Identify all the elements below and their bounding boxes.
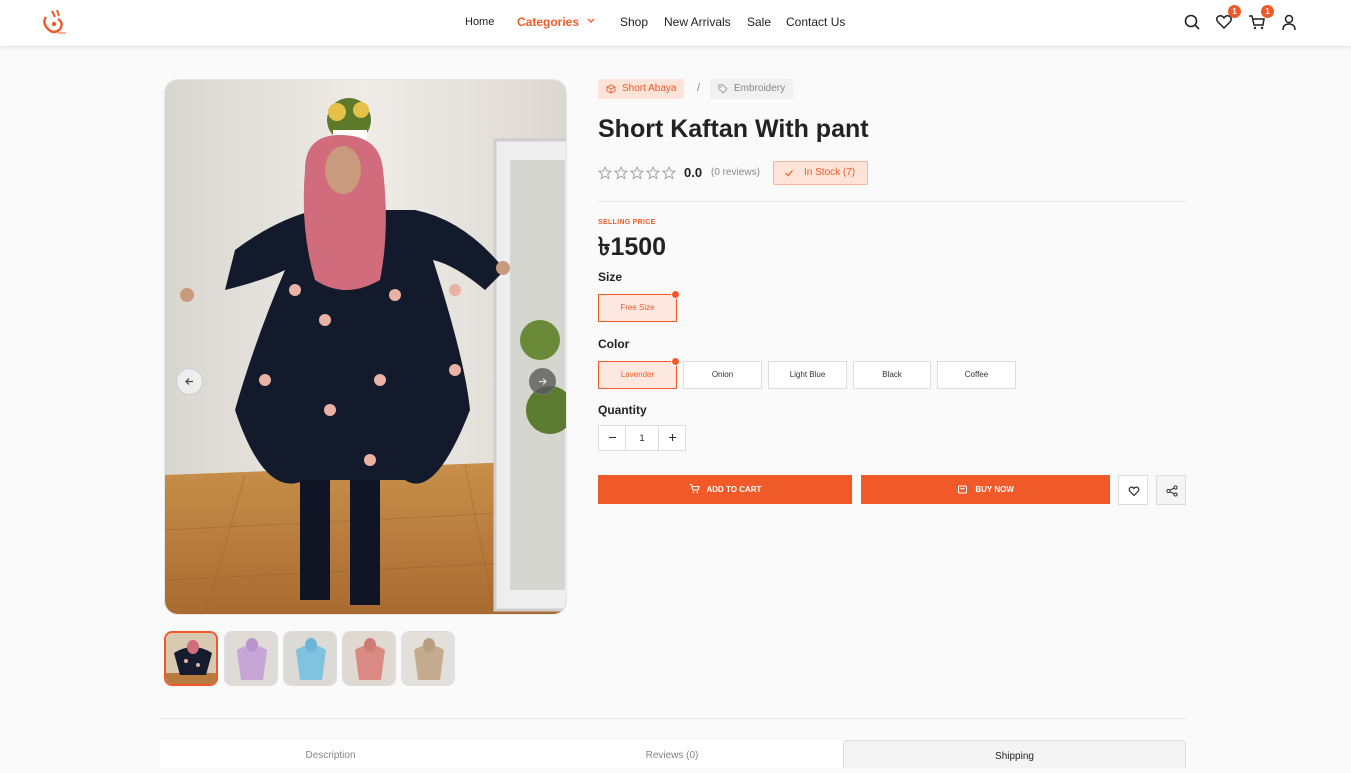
thumbnail-black[interactable] bbox=[164, 631, 218, 686]
tab-shipping[interactable]: Shipping bbox=[843, 740, 1186, 768]
color-option-black[interactable]: Black bbox=[853, 361, 931, 389]
nav-new-arrivals[interactable]: New Arrivals bbox=[664, 15, 731, 29]
thumbnail-coffee[interactable] bbox=[401, 631, 455, 686]
color-option-label: Lavender bbox=[620, 370, 655, 379]
breadcrumb-separator: / bbox=[697, 82, 701, 94]
thumbnail-image bbox=[402, 632, 454, 685]
star-icon bbox=[662, 166, 676, 180]
wishlist-count-badge: 1 bbox=[1228, 5, 1241, 18]
tab-label: Reviews (0) bbox=[645, 750, 699, 761]
product-tag-label: Embroidery bbox=[734, 83, 786, 94]
tab-label: Description bbox=[305, 750, 356, 761]
quantity-stepper: 1 bbox=[598, 425, 686, 451]
category-tag-label: Short Abaya bbox=[622, 83, 677, 94]
tab-description[interactable]: Description bbox=[160, 740, 501, 768]
thumbnail-lavender[interactable] bbox=[224, 631, 278, 686]
plus-icon bbox=[668, 434, 676, 441]
product-photo bbox=[165, 80, 566, 614]
thumbnail-image bbox=[343, 632, 395, 685]
share-button[interactable] bbox=[1156, 475, 1186, 505]
color-option-lavender[interactable]: Lavender bbox=[598, 357, 680, 389]
nav-shop[interactable]: Shop bbox=[620, 15, 648, 29]
thumbnail-image bbox=[166, 633, 216, 684]
decrease-quantity-button[interactable] bbox=[599, 426, 625, 450]
box-icon bbox=[606, 84, 616, 94]
cart-button[interactable]: 1 bbox=[1248, 5, 1274, 31]
thumbnail-image bbox=[225, 632, 277, 685]
product-title: Short Kaftan With pant bbox=[598, 115, 869, 143]
category-tag[interactable]: Short Abaya bbox=[598, 79, 685, 99]
wishlist-button[interactable]: 1 bbox=[1215, 5, 1241, 31]
color-option-light-blue[interactable]: Light Blue bbox=[768, 361, 847, 389]
price: ৳1500 bbox=[598, 233, 667, 261]
arrow-left-icon bbox=[185, 378, 193, 385]
star-icon bbox=[646, 166, 660, 180]
main-nav: Home Categories Shop New Arrivals Sale C… bbox=[0, 0, 1351, 46]
nav-contact-us[interactable]: Contact Us bbox=[786, 15, 845, 29]
site-header: Home Categories Shop New Arrivals Sale C… bbox=[0, 0, 1351, 46]
tab-reviews[interactable]: Reviews (0) bbox=[501, 740, 843, 768]
nav-home[interactable]: Home bbox=[465, 16, 494, 28]
arrow-right-icon bbox=[539, 378, 547, 385]
size-option-label: Free Size bbox=[620, 303, 655, 312]
cart-icon bbox=[689, 484, 700, 494]
color-label: Color bbox=[598, 337, 630, 351]
search-icon[interactable] bbox=[1183, 13, 1201, 31]
rating-stars bbox=[598, 166, 676, 180]
prev-image-button[interactable] bbox=[176, 368, 203, 395]
user-icon[interactable] bbox=[1280, 13, 1298, 31]
nav-categories[interactable]: Categories bbox=[517, 15, 579, 29]
size-label: Size bbox=[598, 270, 623, 284]
quantity-label: Quantity bbox=[598, 403, 647, 417]
color-option-label: Black bbox=[882, 370, 902, 379]
size-option-free-size[interactable]: Free Size bbox=[598, 290, 680, 322]
color-option-label: Light Blue bbox=[789, 370, 826, 379]
rating-value: 0.0 bbox=[684, 165, 703, 180]
thumbnail-onion[interactable] bbox=[342, 631, 396, 686]
next-image-button[interactable] bbox=[529, 368, 556, 395]
color-option-label: Coffee bbox=[964, 370, 989, 379]
buy-now-button[interactable]: BUY NOW bbox=[861, 475, 1110, 504]
stock-label: In Stock (7) bbox=[804, 167, 856, 178]
shopping-bag-icon bbox=[958, 485, 968, 494]
add-to-wishlist-button[interactable] bbox=[1118, 475, 1148, 505]
product-tabs: Description Reviews (0) Shipping bbox=[160, 740, 1186, 768]
star-icon bbox=[614, 166, 628, 180]
color-option-coffee[interactable]: Coffee bbox=[937, 361, 1016, 389]
quantity-input[interactable]: 1 bbox=[625, 426, 659, 450]
product-main-image[interactable] bbox=[164, 79, 567, 615]
increase-quantity-button[interactable] bbox=[659, 426, 685, 450]
minus-icon bbox=[608, 436, 616, 439]
add-to-cart-label: ADD TO CART bbox=[706, 485, 762, 494]
divider bbox=[598, 201, 1185, 202]
tag-icon bbox=[718, 84, 728, 94]
share-icon bbox=[1166, 485, 1178, 497]
selected-indicator-icon bbox=[671, 290, 680, 299]
product-tag[interactable]: Embroidery bbox=[710, 79, 794, 99]
heart-icon bbox=[1128, 486, 1140, 497]
buy-now-label: BUY NOW bbox=[975, 485, 1014, 494]
star-icon bbox=[630, 166, 644, 180]
section-divider bbox=[160, 718, 1185, 719]
thumbnail-image bbox=[284, 632, 336, 685]
nav-sale[interactable]: Sale bbox=[747, 15, 771, 29]
chevron-down-icon[interactable] bbox=[586, 15, 596, 27]
thumbnail-light-blue[interactable] bbox=[283, 631, 337, 686]
color-option-onion[interactable]: Onion bbox=[683, 361, 762, 389]
cart-count-badge: 1 bbox=[1261, 5, 1274, 18]
selected-indicator-icon bbox=[671, 357, 680, 366]
check-icon bbox=[785, 170, 793, 177]
color-option-label: Onion bbox=[711, 370, 734, 379]
tab-label: Shipping bbox=[995, 751, 1034, 762]
stock-badge: In Stock (7) bbox=[773, 161, 868, 185]
selling-price-label: SELLING PRICE bbox=[598, 219, 656, 226]
add-to-cart-button[interactable]: ADD TO CART bbox=[598, 475, 852, 504]
star-icon bbox=[598, 166, 612, 180]
review-count[interactable]: (0 reviews) bbox=[711, 167, 760, 178]
